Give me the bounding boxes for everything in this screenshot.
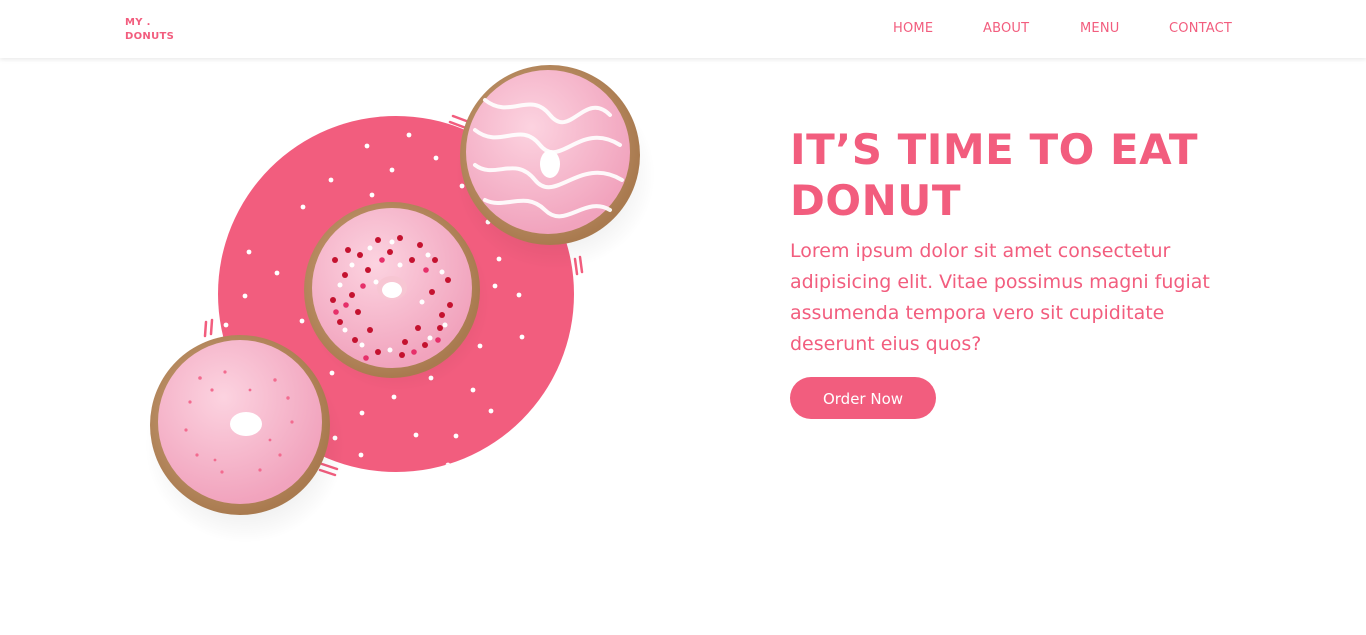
donuts-illustration [130, 60, 670, 560]
striped-glaze-donut [455, 65, 655, 270]
nav-contact-link[interactable]: CONTACT [1169, 20, 1232, 38]
nav-home-link[interactable]: HOME [893, 20, 933, 38]
hero-content: IT’S TIME TO EAT DONUT Lorem ipsum dolor… [790, 124, 1240, 419]
nav-about-link[interactable]: ABOUT [983, 20, 1029, 38]
hero-description: Lorem ipsum dolor sit amet consectetur a… [790, 240, 1210, 355]
main-nav: HOME ABOUT MENU CONTACT [0, 20, 1366, 40]
navbar: MY . DONUTS HOME ABOUT MENU CONTACT [0, 0, 1366, 58]
order-now-button[interactable]: Order Now [790, 377, 936, 419]
hero-title: IT’S TIME TO EAT DONUT [790, 125, 1199, 225]
nav-menu-link[interactable]: MENU [1080, 20, 1119, 38]
